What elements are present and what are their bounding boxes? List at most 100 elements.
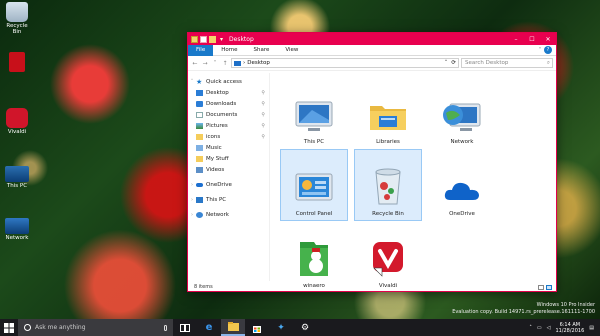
close-button[interactable]: ✕ [540, 33, 556, 45]
list-item-control-panel[interactable]: Control Panel [280, 149, 348, 221]
computer-icon [5, 166, 29, 182]
explorer-body: ˅ ★ Quick access Desktop ⚲ Downloads ⚲ D… [188, 73, 556, 289]
quick-access-toolbar: ▾ [191, 35, 225, 43]
new-document-icon[interactable] [200, 35, 207, 43]
pin-icon[interactable]: ⚲ [261, 134, 265, 140]
pin-icon[interactable]: ⚲ [261, 123, 265, 129]
title-bar[interactable]: ▾ Desktop – ☐ ✕ [188, 33, 556, 45]
item-label: Network [450, 139, 474, 145]
task-view-icon [180, 323, 190, 332]
list-item-network[interactable]: Network [428, 77, 496, 149]
clock[interactable]: 6:14 AM 11/28/2016 [555, 322, 584, 334]
chevron-down-icon[interactable]: ▾ [220, 36, 223, 43]
list-item-this-pc[interactable]: This PC [280, 77, 348, 149]
chevron-right-icon[interactable]: › [188, 197, 196, 203]
vivaldi-icon [373, 242, 403, 277]
desktop-icon-pdf[interactable] [2, 52, 32, 73]
refresh-icon[interactable]: ⟳ [451, 60, 456, 66]
pin-icon[interactable]: ⚲ [261, 101, 265, 107]
sidebar-item-quick-access[interactable]: ˅ ★ Quick access [188, 76, 269, 87]
help-button[interactable]: ? [544, 46, 552, 54]
list-item-vivaldi[interactable]: Vivaldi [354, 221, 422, 293]
large-icons-view-button[interactable] [546, 285, 552, 290]
cortana-search-box[interactable]: Ask me anything [18, 319, 173, 336]
pin-icon[interactable]: ⚲ [261, 90, 265, 96]
address-bar[interactable]: › Desktop ˅ ⟳ [231, 58, 459, 68]
sidebar-item-pictures[interactable]: Pictures ⚲ [188, 120, 269, 131]
desktop-icon-vivaldi[interactable]: Vivaldi [2, 108, 32, 135]
music-icon [196, 144, 203, 151]
back-button[interactable]: ← [191, 60, 199, 67]
tab-share[interactable]: Share [245, 45, 277, 56]
document-icon [196, 111, 203, 118]
recent-locations-button[interactable]: ˅ [211, 60, 219, 67]
desktop-icon [196, 89, 203, 96]
desktop-icon-recycle-bin[interactable]: Recycle Bin [2, 2, 32, 35]
network-icon [196, 211, 203, 218]
network-icon [443, 103, 481, 131]
search-input[interactable]: Search Desktop ⌕ [461, 58, 553, 68]
sidebar-item-icons[interactable]: icons ⚲ [188, 131, 269, 142]
minimize-button[interactable]: – [508, 33, 524, 45]
maximize-button[interactable]: ☐ [524, 33, 540, 45]
properties-icon[interactable] [191, 35, 198, 43]
list-item-recycle-bin[interactable]: Recycle Bin [354, 149, 422, 221]
search-icon: ⌕ [546, 59, 550, 66]
chevron-right-icon[interactable]: › [188, 212, 196, 218]
details-view-button[interactable] [538, 285, 544, 290]
chevron-down-icon[interactable]: ˅ [188, 79, 196, 85]
star-icon: ★ [196, 77, 203, 86]
taskbar-app-store[interactable] [245, 319, 269, 336]
taskbar-app-twitter[interactable]: ✦ [269, 319, 293, 336]
action-center-icon[interactable]: ▤ [589, 325, 594, 331]
forward-button[interactable]: → [201, 60, 209, 67]
desktop-icon [234, 60, 241, 66]
desktop-icon-network[interactable]: Network [2, 218, 32, 241]
sidebar-item-onedrive[interactable]: › OneDrive [188, 179, 269, 190]
cortana-icon [24, 324, 31, 331]
chevron-up-icon[interactable]: ˄ [529, 325, 532, 331]
desktop-icon-this-pc[interactable]: This PC [2, 166, 32, 189]
computer-icon [295, 101, 333, 131]
sidebar-item-videos[interactable]: Videos [188, 164, 269, 175]
search-placeholder: Ask me anything [35, 324, 86, 331]
up-button[interactable]: ↑ [221, 60, 229, 67]
computer-icon [196, 196, 203, 203]
gear-icon: ⚙ [300, 322, 310, 333]
ribbon-tabs: File Home Share View ˅ ? [188, 44, 556, 56]
sidebar-item-this-pc[interactable]: › This PC [188, 194, 269, 205]
microphone-icon[interactable] [164, 324, 167, 331]
folder-icon [196, 133, 203, 140]
item-label: Vivaldi [378, 283, 398, 289]
search-placeholder: Search Desktop [465, 60, 509, 66]
chevron-down-icon[interactable]: ˅ [445, 60, 448, 66]
sidebar-item-music[interactable]: Music [188, 142, 269, 153]
volume-icon[interactable]: ◁ [547, 325, 551, 331]
pin-icon[interactable]: ⚲ [261, 112, 265, 118]
tab-file[interactable]: File [188, 44, 214, 56]
sidebar-item-documents[interactable]: Documents ⚲ [188, 109, 269, 120]
list-item-onedrive[interactable]: OneDrive [428, 149, 496, 221]
list-item-winaero[interactable]: winaero [280, 221, 348, 293]
start-button[interactable] [0, 319, 18, 336]
tab-view[interactable]: View [277, 45, 306, 56]
sidebar-item-network[interactable]: › Network [188, 209, 269, 220]
list-item-libraries[interactable]: Libraries [354, 77, 422, 149]
sidebar-item-downloads[interactable]: Downloads ⚲ [188, 98, 269, 109]
file-list: This PC Libraries Network Control Panel … [270, 73, 556, 289]
chevron-right-icon[interactable]: › [188, 182, 196, 188]
system-tray: ˄ ▭ ◁ 6:14 AM 11/28/2016 ▤ [529, 322, 600, 334]
control-panel-icon [295, 173, 333, 201]
task-view-button[interactable] [173, 319, 197, 336]
tab-home[interactable]: Home [213, 45, 245, 56]
new-folder-icon[interactable] [209, 35, 216, 43]
taskbar-app-settings[interactable]: ⚙ [293, 319, 317, 336]
taskbar-app-edge[interactable]: e [197, 319, 221, 336]
taskbar-app-file-explorer[interactable] [221, 319, 245, 336]
sidebar-item-my-stuff[interactable]: My Stuff [188, 153, 269, 164]
chevron-down-icon[interactable]: ˅ [536, 47, 544, 54]
network-status-icon[interactable]: ▭ [537, 325, 542, 331]
sidebar-item-desktop[interactable]: Desktop ⚲ [188, 87, 269, 98]
video-icon [196, 166, 203, 173]
breadcrumb[interactable]: Desktop [247, 60, 270, 66]
